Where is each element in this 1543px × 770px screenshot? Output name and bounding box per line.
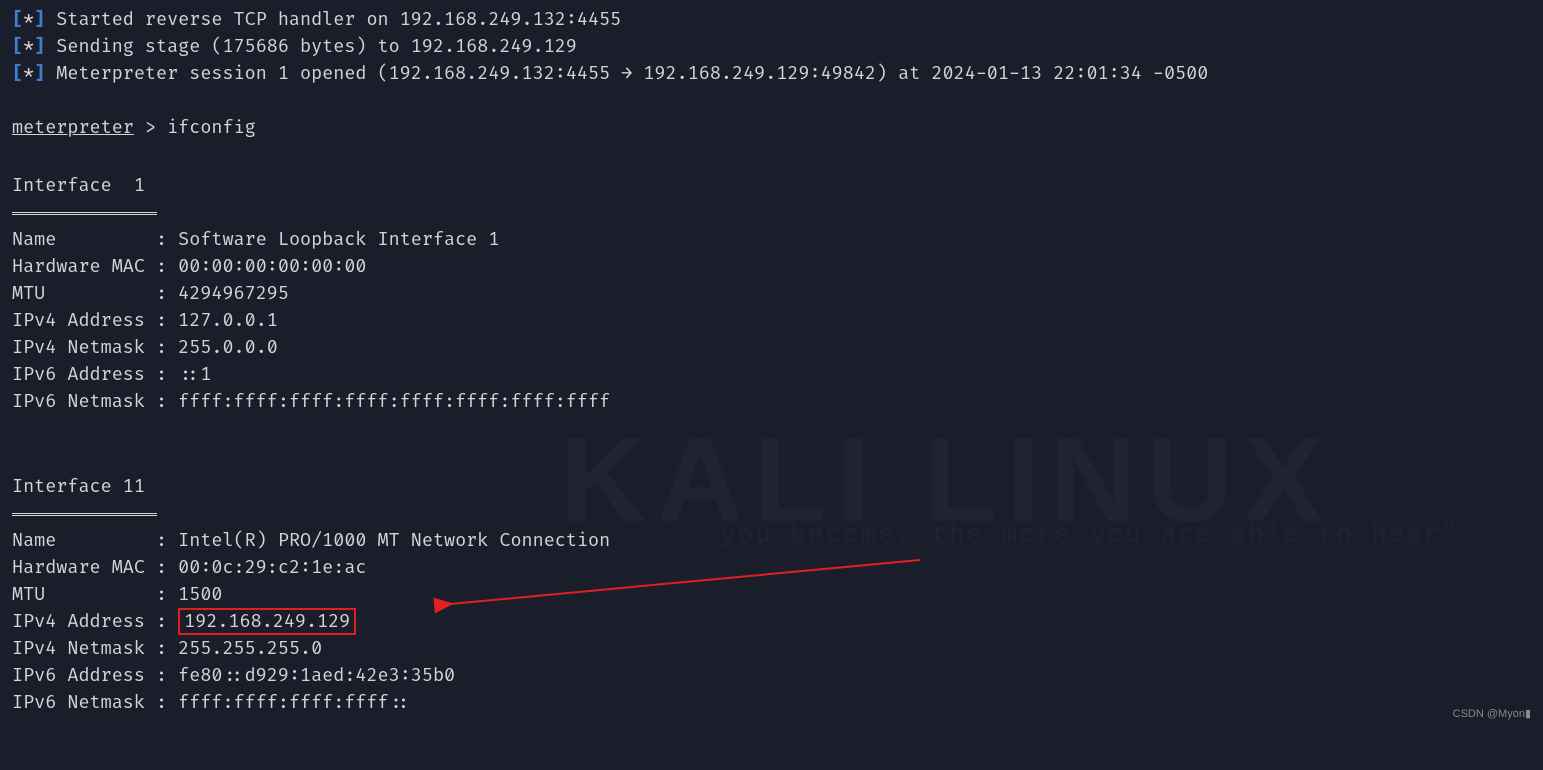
row-separator: : <box>156 363 178 386</box>
row-value: ::1 <box>178 363 211 386</box>
bracket-open: [ <box>12 35 23 58</box>
interface-header: Interface 11 <box>12 473 1531 500</box>
row-separator: : <box>156 556 178 579</box>
status-star-icon: * <box>23 62 34 85</box>
row-label: IPv4 Address <box>12 608 156 635</box>
status-text: Sending stage (175686 bytes) to 192.168.… <box>45 35 577 58</box>
prompt-command: ifconfig <box>167 116 256 139</box>
bracket-close: ] <box>34 8 45 31</box>
row-separator: : <box>156 664 178 687</box>
prompt-separator: > <box>134 116 167 139</box>
row-separator: : <box>156 390 178 413</box>
row-label: Name <box>12 527 156 554</box>
row-label: IPv6 Netmask <box>12 388 156 415</box>
row-value: 00:0c:29:c2:1e:ac <box>178 556 366 579</box>
row-value: 127.0.0.1 <box>178 309 278 332</box>
status-text: Meterpreter session 1 opened (192.168.24… <box>45 62 1208 85</box>
interface-row: IPv4 Address : 127.0.0.1 <box>12 307 1531 334</box>
row-label: IPv4 Address <box>12 307 156 334</box>
prompt-line[interactable]: meterpreter > ifconfig <box>12 114 1531 141</box>
bracket-close: ] <box>34 35 45 58</box>
row-separator: : <box>156 255 178 278</box>
interface-divider <box>12 513 157 517</box>
row-value: ffff:ffff:ffff:ffff:: <box>178 691 411 714</box>
row-label: IPv6 Address <box>12 361 156 388</box>
bracket-close: ] <box>34 62 45 85</box>
row-label: Hardware MAC <box>12 554 156 581</box>
highlighted-ipv4-address: 192.168.249.129 <box>178 608 356 635</box>
interface-row: IPv6 Netmask : ffff:ffff:ffff:ffff:ffff:… <box>12 388 1531 415</box>
row-value: Software Loopback Interface 1 <box>178 228 499 251</box>
row-label: Hardware MAC <box>12 253 156 280</box>
row-label: IPv4 Netmask <box>12 334 156 361</box>
status-star-icon: * <box>23 8 34 31</box>
interface-row: Hardware MAC : 00:0c:29:c2:1e:ac <box>12 554 1531 581</box>
row-separator: : <box>156 529 178 552</box>
status-text: Started reverse TCP handler on 192.168.2… <box>45 8 621 31</box>
status-line: [*] Sending stage (175686 bytes) to 192.… <box>12 33 1531 60</box>
row-separator: : <box>156 610 178 633</box>
row-value: 1500 <box>178 583 222 606</box>
status-line: [*] Started reverse TCP handler on 192.1… <box>12 6 1531 33</box>
interface-row: IPv4 Netmask : 255.255.255.0 <box>12 635 1531 662</box>
row-separator: : <box>156 228 178 251</box>
prompt-name: meterpreter <box>12 116 134 139</box>
interface-row: IPv4 Address : 192.168.249.129 <box>12 608 1531 635</box>
interface-row: MTU : 4294967295 <box>12 280 1531 307</box>
watermark-text: CSDN @Myon▮ <box>1453 706 1531 723</box>
interface-header: Interface 1 <box>12 172 1531 199</box>
interface-row: Name : Software Loopback Interface 1 <box>12 226 1531 253</box>
bracket-open: [ <box>12 62 23 85</box>
row-value: 255.255.255.0 <box>178 637 322 660</box>
interface-row: IPv4 Netmask : 255.0.0.0 <box>12 334 1531 361</box>
interface-row: IPv6 Address : ::1 <box>12 361 1531 388</box>
row-separator: : <box>156 336 178 359</box>
row-separator: : <box>156 309 178 332</box>
row-label: IPv6 Address <box>12 662 156 689</box>
interface-row: IPv6 Netmask : ffff:ffff:ffff:ffff:: <box>12 689 1531 716</box>
interface-row: Name : Intel(R) PRO/1000 MT Network Conn… <box>12 527 1531 554</box>
row-value: 4294967295 <box>178 282 289 305</box>
interface-divider <box>12 212 157 216</box>
terminal-output: [*] Started reverse TCP handler on 192.1… <box>12 6 1531 770</box>
row-value: Intel(R) PRO/1000 MT Network Connection <box>178 529 610 552</box>
row-label: IPv4 Netmask <box>12 635 156 662</box>
row-value: ffff:ffff:ffff:ffff:ffff:ffff:ffff:ffff <box>178 390 610 413</box>
row-label: IPv6 Netmask <box>12 689 156 716</box>
row-value: fe80::d929:1aed:42e3:35b0 <box>178 664 455 687</box>
status-star-icon: * <box>23 35 34 58</box>
bracket-open: [ <box>12 8 23 31</box>
row-separator: : <box>156 691 178 714</box>
interface-row: MTU : 1500 <box>12 581 1531 608</box>
status-line: [*] Meterpreter session 1 opened (192.16… <box>12 60 1531 87</box>
row-separator: : <box>156 637 178 660</box>
row-label: MTU <box>12 280 156 307</box>
interface-row: IPv6 Address : fe80::d929:1aed:42e3:35b0 <box>12 662 1531 689</box>
row-separator: : <box>156 583 178 606</box>
row-value: 00:00:00:00:00:00 <box>178 255 366 278</box>
row-label: MTU <box>12 581 156 608</box>
row-value: 255.0.0.0 <box>178 336 278 359</box>
interface-row: Hardware MAC : 00:00:00:00:00:00 <box>12 253 1531 280</box>
row-separator: : <box>156 282 178 305</box>
row-label: Name <box>12 226 156 253</box>
